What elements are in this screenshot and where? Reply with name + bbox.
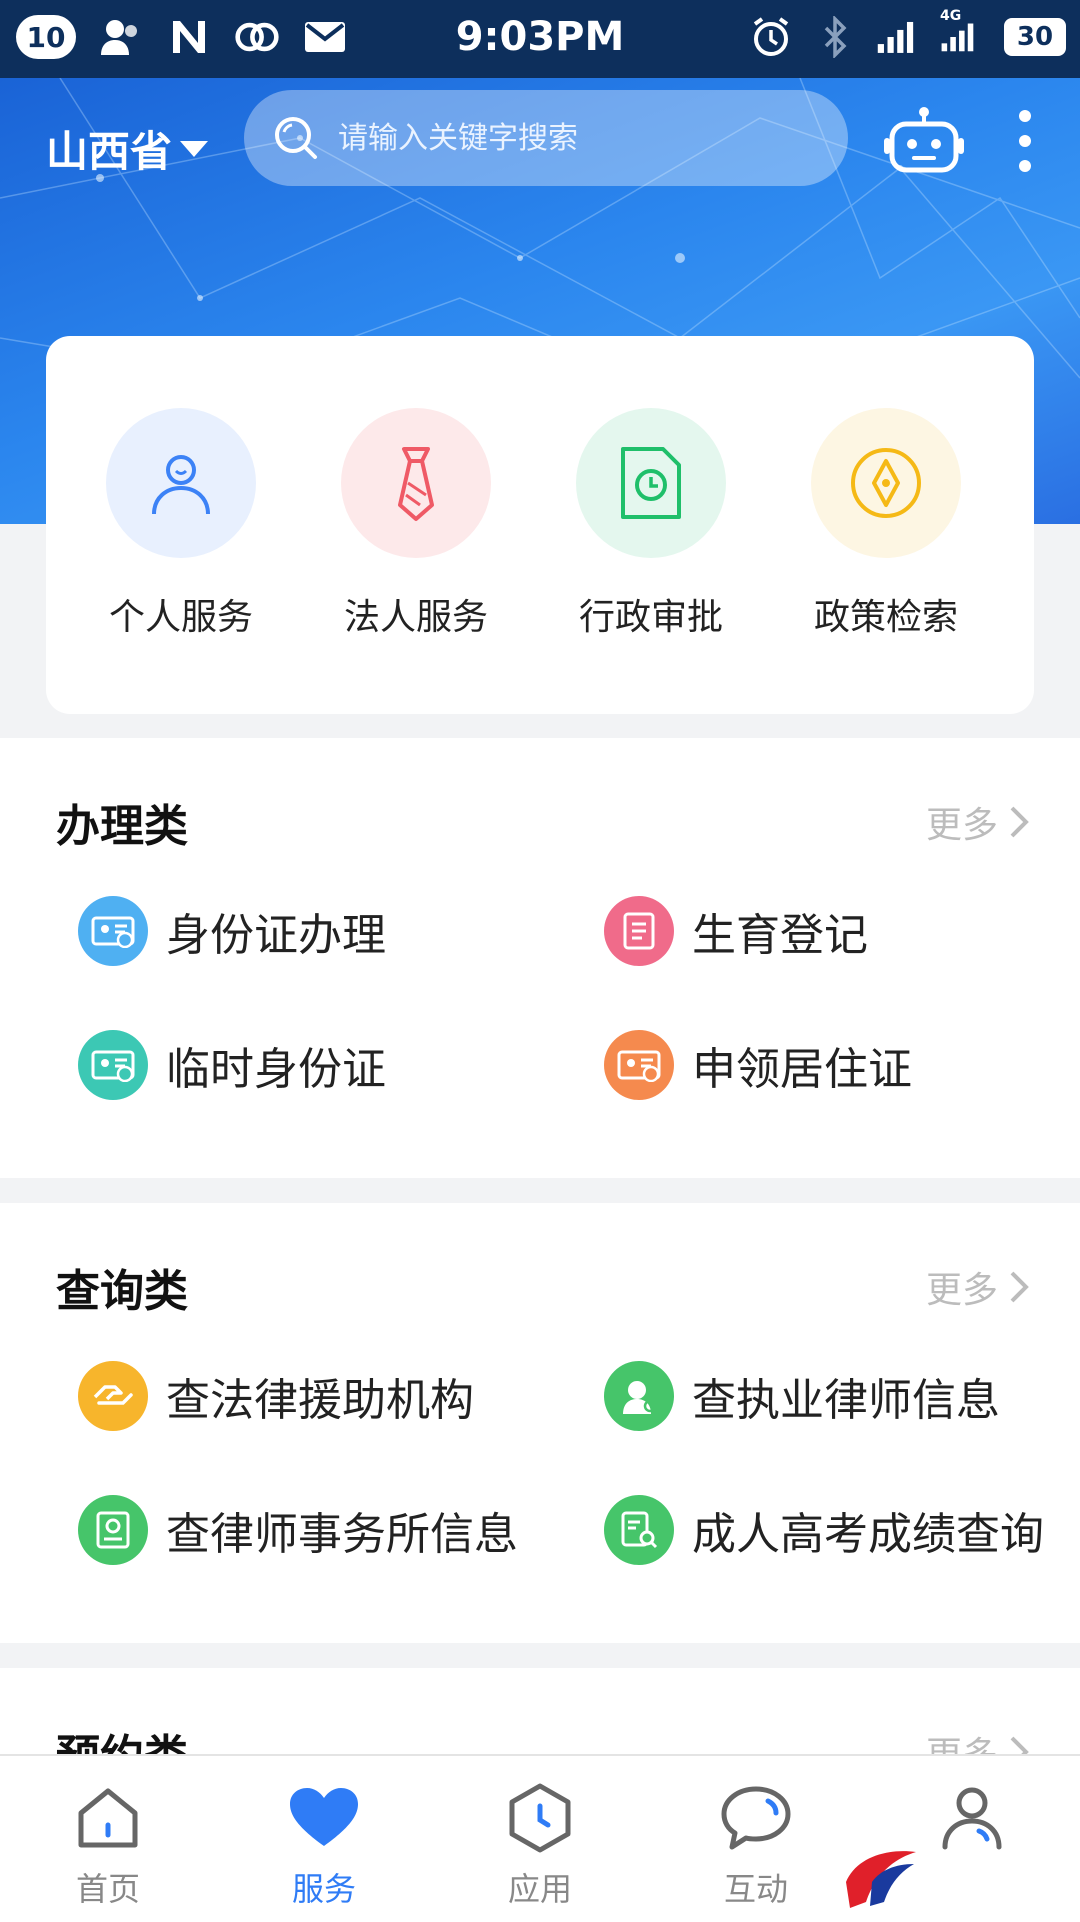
service-label: 查执业律师信息 (692, 1375, 1000, 1426)
lawyer-icon (604, 1361, 674, 1431)
quick-label: 行政审批 (578, 597, 723, 638)
tab-interaction[interactable]: 互动 (686, 1778, 826, 1910)
search-icon (275, 117, 317, 159)
battery-indicator: 30 (1004, 18, 1066, 56)
province-selector[interactable]: 山西省 (46, 118, 209, 179)
quick-personal-service[interactable]: 个人服务 (96, 408, 266, 640)
chevron-right-icon (1010, 1271, 1029, 1303)
section-title: 办理类 (56, 801, 188, 852)
tab-label: 应用 (507, 1870, 572, 1908)
bluetooth-icon (812, 14, 858, 60)
province-label: 山西省 (46, 127, 173, 176)
quick-administrative-approval[interactable]: 行政审批 (566, 408, 736, 640)
watermark-logo (846, 1851, 916, 1908)
service-item-law-firm-info[interactable]: 查律师事务所信息 (78, 1495, 518, 1565)
signal-sim1-icon (876, 14, 922, 60)
law-firm-icon (78, 1495, 148, 1565)
service-label: 查法律援助机构 (166, 1375, 474, 1426)
quick-legal-person-service[interactable]: 法人服务 (331, 408, 501, 640)
search-bar[interactable] (244, 90, 848, 186)
service-label: 临时身份证 (166, 1044, 386, 1095)
chat-bubble-icon (686, 1778, 826, 1858)
section-title: 查询类 (56, 1266, 188, 1317)
signal-4g-icon: 4G (940, 8, 986, 60)
section-more-link[interactable]: 更多 (926, 1261, 1030, 1313)
service-item-legal-aid[interactable]: 查法律援助机构 (78, 1361, 474, 1431)
quick-services-card: 个人服务 法人服务 行政审批 政策检索 (46, 336, 1034, 714)
service-item-id-card[interactable]: 身份证办理 (78, 896, 386, 966)
service-label: 查律师事务所信息 (166, 1509, 518, 1560)
hexagon-clock-icon (470, 1778, 610, 1858)
chevron-right-icon (1010, 806, 1029, 838)
tab-apps[interactable]: 应用 (470, 1778, 610, 1910)
quick-policy-search[interactable]: 政策检索 (801, 408, 971, 640)
service-label: 生育登记 (692, 910, 868, 961)
tab-label: 服务 (291, 1870, 356, 1908)
residence-permit-icon (604, 1030, 674, 1100)
service-label: 身份证办理 (166, 910, 386, 961)
handshake-icon (78, 1361, 148, 1431)
service-label: 成人高考成绩查询 (692, 1509, 1044, 1560)
tab-services[interactable]: 服务 (254, 1778, 394, 1910)
section-appointment: 预约类 更多 (0, 1668, 1080, 1768)
more-options-icon[interactable] (1010, 106, 1040, 176)
exam-score-icon (604, 1495, 674, 1565)
more-label: 更多 (925, 1270, 998, 1311)
dropdown-triangle-icon (180, 140, 209, 157)
person-icon (106, 408, 256, 558)
temp-id-card-icon (78, 1030, 148, 1100)
quick-label: 法人服务 (343, 597, 488, 638)
service-label: 申领居住证 (692, 1044, 912, 1095)
tab-profile[interactable]: 我的 (902, 1778, 1042, 1910)
tab-home[interactable]: 首页 (38, 1778, 178, 1910)
home-icon (38, 1778, 178, 1858)
tie-icon (341, 408, 491, 558)
service-item-temp-id[interactable]: 临时身份证 (78, 1030, 386, 1100)
heart-icon (254, 1778, 394, 1858)
service-item-lawyer-info[interactable]: 查执业律师信息 (604, 1361, 1000, 1431)
status-bar: 10 9:03PM 4G 30 (0, 0, 1080, 78)
service-item-residence-permit[interactable]: 申领居住证 (604, 1030, 912, 1100)
service-item-adult-exam-score[interactable]: 成人高考成绩查询 (604, 1495, 1044, 1565)
tab-label: 首页 (75, 1870, 140, 1908)
more-label: 更多 (925, 805, 998, 846)
section-more-link[interactable]: 更多 (926, 796, 1030, 848)
quick-label: 政策检索 (813, 597, 958, 638)
id-card-icon (78, 896, 148, 966)
compass-icon (811, 408, 961, 558)
user-icon (902, 1778, 1042, 1858)
register-form-icon (604, 896, 674, 966)
bottom-tab-bar: 首页 服务 应用 互动 我的 (0, 1754, 1080, 1922)
document-clock-icon (576, 408, 726, 558)
section-query: 查询类 更多 查法律援助机构 查执业律师信息 查律师事务所信息 成人高考成绩查询 (0, 1203, 1080, 1643)
section-handling: 办理类 更多 身份证办理 生育登记 临时身份证 申领居住证 (0, 738, 1080, 1178)
robot-assistant-icon[interactable] (884, 106, 964, 174)
network-type-label: 4G (940, 8, 962, 24)
service-item-birth-registration[interactable]: 生育登记 (604, 896, 868, 966)
alarm-icon (748, 14, 794, 60)
tab-label: 互动 (723, 1870, 788, 1908)
quick-label: 个人服务 (108, 597, 253, 638)
search-input[interactable] (336, 119, 800, 157)
